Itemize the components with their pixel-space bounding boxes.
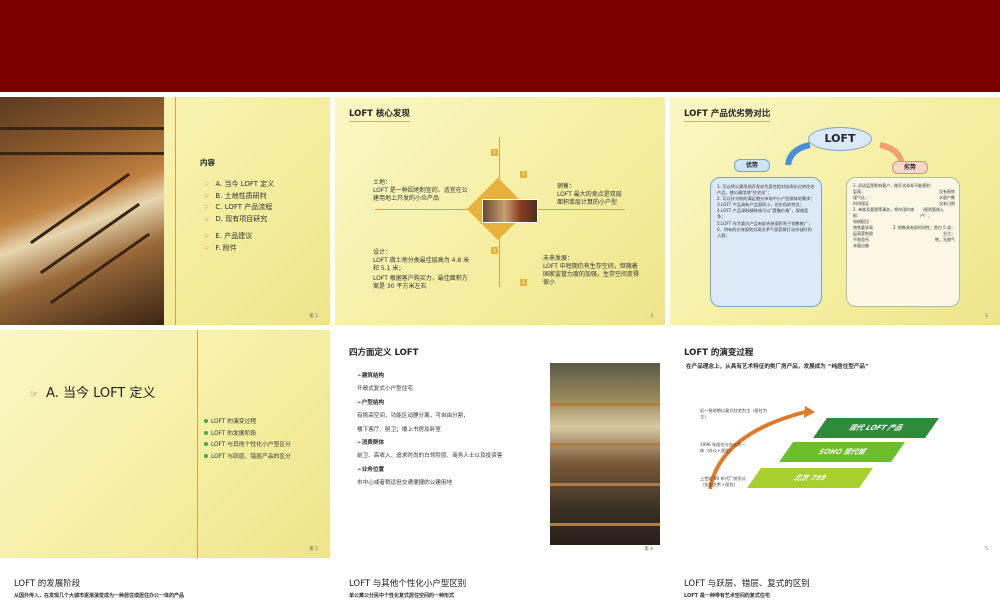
slide-title: LOFT 核心发现 [349, 107, 410, 122]
slide-thumbnail-7[interactable]: LOFT 的发展阶段 从国外传入，在发现几个大城市逐渐演变成为一种居住或居住办公… [0, 563, 330, 600]
toc-item[interactable]: ☞ C. LOFT 产品流程 [204, 202, 274, 214]
toc-item[interactable]: ☞ B. 土地性质研判 [204, 191, 274, 203]
bullet-dot-icon [204, 442, 208, 446]
bullet-icon: ☞ [204, 192, 210, 200]
section-list: LOFT 的演变过程 LOFT 的发展阶段 LOFT 与其他个性化小户型区分 L… [204, 416, 291, 462]
slide-subtitle: LOFT 是一种带有艺术空间的复式住宅 [684, 593, 770, 599]
slide-title: 四方面定义 LOFT [349, 348, 419, 358]
toc-item[interactable]: ☞ E. 产品建议 [204, 231, 274, 243]
slide-thumbnail-3[interactable]: LOFT 产品优劣势对比 LOFT 优势 劣势 1. 可以将公建用地开发成为居住… [670, 97, 1000, 325]
quadrant-land: 土地： LOFT 是一种因地制宜的、适宜在公建用地上开发的小众产品 [373, 179, 468, 203]
page-number: 3 [650, 314, 653, 319]
slide-title: LOFT 与跃层、错层、复式的区别 [684, 579, 810, 589]
bullet-dot-icon [204, 430, 208, 435]
advantage-text: 1. 可以将公建用地开发成为居住相对较高价位的住宅产品，使公建用地“住宅化”； … [717, 184, 815, 238]
slide-thumbnail-6[interactable]: LOFT 的演变过程 在产品理念上，从具有艺术特征的类厂房产品，发展成为 “纯居… [670, 330, 1000, 558]
divider-line [175, 97, 176, 325]
bullet-icon: ☞ [204, 215, 210, 223]
stage-top: 现代 LOFT 产品 [812, 418, 940, 438]
slide-title: LOFT 产品优劣势对比 [684, 107, 771, 122]
top-banner [0, 0, 1000, 92]
split-arrows-icon [785, 142, 905, 166]
quadrant-number: 4 [520, 279, 527, 286]
page-number: 第 2 [309, 314, 318, 319]
disadvantage-label: 劣势 [892, 161, 928, 174]
list-item[interactable]: LOFT 的发展阶段 [204, 428, 291, 440]
bullet-icon: ☞ [204, 244, 210, 252]
page-number: 第 2 [309, 547, 318, 552]
disadvantage-box: 1. 初适层是影响客户，做开式却却不能便利： 层高； 没有厨房 煤气灶； 水星户数 … [846, 177, 960, 307]
slide-thumbnail-2[interactable]: LOFT 核心发现 1 2 3 4 土地： LOFT 是一种因地制宜的、适宜在公… [335, 97, 665, 325]
quadrant-design: 设计： LOFT 做土地分类最佳层高为 4.8 米和 5.1 米； LOFT 根… [373, 249, 470, 291]
slide-title: LOFT 的演变过程 [684, 348, 754, 358]
stage-note-3: 上世纪 90 年代厂房形式（文化艺术＋居住） [700, 476, 746, 487]
bullet-dot-icon [204, 453, 208, 458]
slide-title: LOFT 与其他个性化小户型区别 [349, 579, 467, 589]
page-number: 第 4 [644, 547, 653, 552]
page-number: 5 [985, 547, 988, 552]
loft-atrium-photo [550, 363, 660, 545]
quadrant-number: 2 [520, 171, 527, 178]
slide-thumbnail-5[interactable]: 四方面定义 LOFT ➢建筑结构 开敞式复式小户型住宅 ➢户型结构 有挑高空间，… [335, 330, 665, 558]
slide-subtitle: 从国外传入，在发现几个大城市逐渐演变成为一种居住或居住办公一体的产品 [14, 593, 185, 599]
advantage-label: 优势 [734, 159, 770, 172]
slide-title: LOFT 的发展阶段 [14, 579, 81, 589]
slide-subtitle: 单公寓公分民中个性化复式居住空间的一种形式 [349, 593, 455, 599]
advantage-box: 1. 可以将公建用地开发成为居住相对较高价位的住宅产品，使公建用地“住宅化”； … [710, 177, 822, 307]
bullet-icon: ☞ [30, 390, 39, 400]
divider-line [197, 330, 198, 558]
bullet-icon: ☞ [204, 181, 210, 188]
toc-title: 内容 [200, 158, 215, 167]
toc-list: ☞ A. 当今 LOFT 定义 ☞ B. 土地性质研判 ☞ C. LOFT 产品流程 … [204, 179, 274, 254]
list-item[interactable]: LOFT 与其他个性化小户型区分 [204, 439, 291, 451]
stage-note-2: 1996 年居住与办公为一体（办公＋居住） [700, 442, 746, 453]
list-item[interactable]: LOFT 的演变过程 [204, 416, 291, 428]
slide-thumbnail-1[interactable]: 内容 ☞ A. 当今 LOFT 定义 ☞ B. 土地性质研判 ☞ C. LOFT 产品… [0, 97, 330, 325]
page-number: 5 [985, 314, 988, 319]
disadvantage-text: 1. 初适层是影响客户，做开式却却不能便利： 层高； 没有厨房 煤气灶； 水星户数 … [853, 183, 955, 248]
section-title: ☞ A. 当今 LOFT 定义 [30, 386, 156, 401]
stage-note-1: 近一批时期以复式住宅为主（居住为主） [700, 408, 768, 419]
slide-thumbnail-4[interactable]: ☞ A. 当今 LOFT 定义 LOFT 的演变过程 LOFT 的发展阶段 LOF… [0, 330, 330, 558]
quadrant-number: 3 [491, 247, 498, 254]
bullet-icon: ☞ [204, 204, 210, 211]
quadrant-number: 1 [491, 149, 498, 156]
toc-item[interactable]: ☞ D. 现有项目研究 [204, 214, 274, 226]
quadrant-future: 未来发展： LOFT 中短期仍有生存空间，但随着国家监管力度的加强，生存空间变得… [543, 255, 640, 287]
toc-item[interactable]: ☞ A. 当今 LOFT 定义 [204, 179, 274, 191]
definition-text: ➢建筑结构 开敞式复式小户型住宅 ➢户型结构 有挑高空间，功能区动静分离，可自由… [357, 373, 503, 487]
quadrant-sales: 销售： LOFT 最大的卖点是双层面积单层计算的小户型 [557, 183, 622, 207]
slide-subtitle: 在产品理念上，从具有艺术特征的类厂房产品，发展成为 “纯居住型产品” [686, 364, 869, 370]
slide-thumbnail-8[interactable]: LOFT 与其他个性化小户型区别 单公寓公分民中个性化复式居住空间的一种形式 [335, 563, 665, 600]
loft-interior-photo [0, 97, 164, 325]
list-item[interactable]: LOFT 与跃层、错层产品的区分 [204, 451, 291, 463]
slide-thumbnail-9[interactable]: LOFT 与跃层、错层、复式的区别 LOFT 是一种带有艺术空间的复式住宅 [670, 563, 1000, 600]
toc-item[interactable]: ☞ F. 附件 [204, 243, 274, 255]
bullet-dot-icon [204, 419, 208, 423]
center-photo [482, 199, 538, 223]
bullet-icon: ☞ [204, 233, 210, 240]
